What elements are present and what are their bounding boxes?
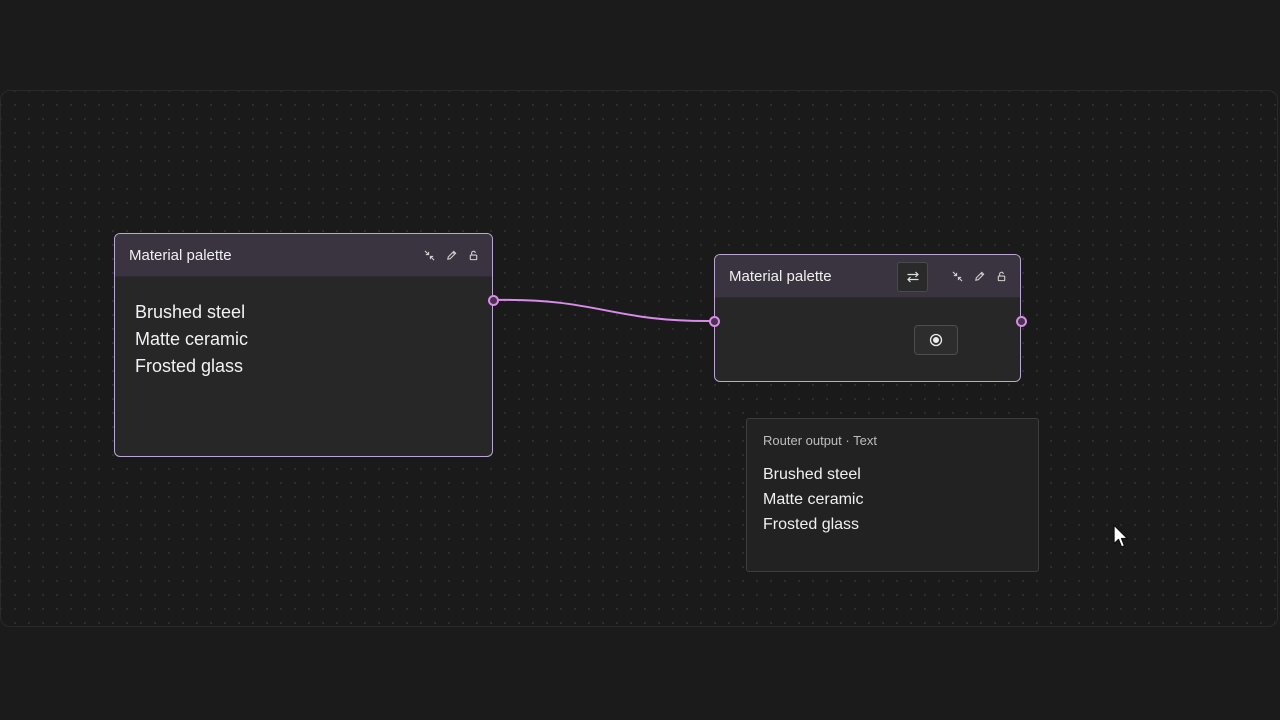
pencil-icon[interactable] xyxy=(970,268,988,286)
output-port[interactable] xyxy=(1016,316,1027,327)
output-item: Brushed steel xyxy=(763,466,861,483)
output-item: Matte ceramic xyxy=(763,491,864,508)
list-item: Brushed steel xyxy=(135,302,246,322)
unlock-icon[interactable] xyxy=(992,268,1010,286)
mouse-cursor-icon xyxy=(1113,524,1129,548)
list-item: Frosted glass xyxy=(135,356,244,376)
node-body: Brushed steel Matte ceramic Frosted glas… xyxy=(115,277,492,380)
collapse-icon[interactable] xyxy=(948,268,966,286)
swap-arrows-icon xyxy=(906,271,919,282)
router-output-panel: Router output · Text Brushed steel Matte… xyxy=(746,418,1039,572)
list-item: Matte ceramic xyxy=(135,329,249,349)
output-item: Frosted glass xyxy=(763,516,860,533)
node-header[interactable]: Material palette xyxy=(715,255,1020,298)
material-palette-node-left[interactable]: Material palette Brushed steel Matte cer… xyxy=(114,233,499,457)
node-actions xyxy=(420,234,482,277)
unlock-icon[interactable] xyxy=(464,247,482,265)
output-caption: Router output · Text xyxy=(763,433,877,448)
node-title: Material palette xyxy=(729,267,832,285)
radio-select-button[interactable] xyxy=(914,325,958,355)
radio-selected-icon xyxy=(929,333,943,347)
node-title: Material palette xyxy=(129,246,232,264)
collapse-icon[interactable] xyxy=(420,247,438,265)
pencil-icon[interactable] xyxy=(442,247,460,265)
material-palette-node-right[interactable]: Material palette xyxy=(709,254,1027,382)
input-port[interactable] xyxy=(709,316,720,327)
output-port[interactable] xyxy=(488,295,499,306)
node-header[interactable]: Material palette xyxy=(115,234,492,277)
node-actions xyxy=(897,255,1010,298)
swap-button[interactable] xyxy=(897,261,928,292)
